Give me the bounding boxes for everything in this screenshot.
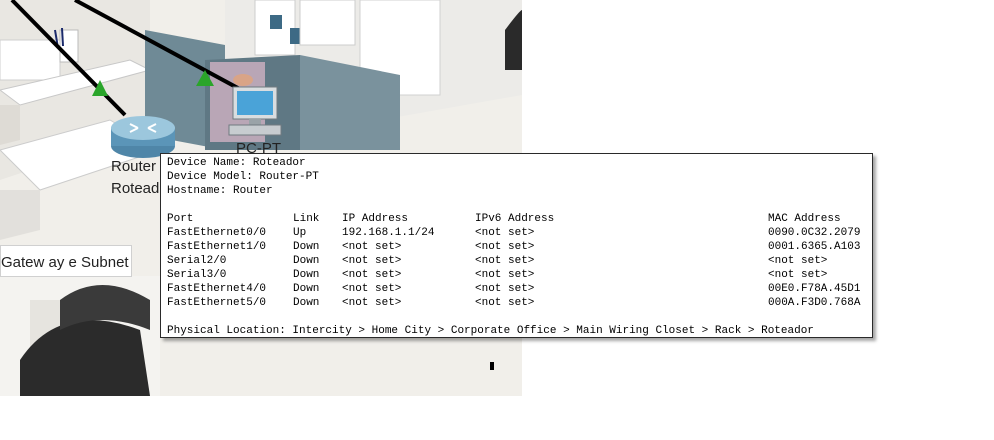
ipv6-cell: <not set> <box>475 227 535 239</box>
ipv6-cell: <not set> <box>475 283 535 295</box>
ip-cell: 192.168.1.1/24 <box>342 227 435 239</box>
column-header-mac: MAC Address <box>768 213 841 225</box>
port-cell: Serial3/0 <box>167 269 227 281</box>
device-name: Device Name: Roteador <box>167 157 306 169</box>
column-header-link: Link <box>293 213 320 225</box>
device-model: Device Model: Router-PT <box>167 171 319 183</box>
ipv6-cell: <not set> <box>475 297 535 309</box>
ip-cell: <not set> <box>342 255 402 267</box>
ip-cell: <not set> <box>342 283 402 295</box>
mac-cell: 000A.F3D0.768A <box>768 297 861 309</box>
ipv6-cell: <not set> <box>475 255 535 267</box>
router-label: Router <box>111 158 157 175</box>
link-cell: Down <box>293 255 320 267</box>
port-cell: FastEthernet0/0 <box>167 227 267 239</box>
mac-cell: 0001.6365.A103 <box>768 241 861 253</box>
canvas-edge-marker <box>490 362 494 370</box>
device-info-tooltip: Device Name: Roteador Device Model: Rout… <box>160 153 873 338</box>
mac-cell: <not set> <box>768 255 828 267</box>
note-label[interactable]: Gatew ay e Subnet <box>0 245 132 277</box>
physical-location: Physical Location: Intercity > Home City… <box>167 325 814 337</box>
port-cell: FastEthernet4/0 <box>167 283 267 295</box>
mac-cell: 00E0.F78A.45D1 <box>768 283 861 295</box>
mac-cell: <not set> <box>768 269 828 281</box>
ip-cell: <not set> <box>342 241 402 253</box>
ip-cell: <not set> <box>342 269 402 281</box>
link-cell: Down <box>293 241 320 253</box>
port-cell: Serial2/0 <box>167 255 227 267</box>
hostname: Hostname: Router <box>167 185 273 197</box>
ipv6-cell: <not set> <box>475 241 535 253</box>
port-cell: FastEthernet1/0 <box>167 241 267 253</box>
mac-cell: 0090.0C32.2079 <box>768 227 861 239</box>
ipv6-cell: <not set> <box>475 269 535 281</box>
column-header-ip: IP Address <box>342 213 409 225</box>
note-text: Gatew ay e Subnet <box>1 254 129 271</box>
link-cell: Down <box>293 283 320 295</box>
port-cell: FastEthernet5/0 <box>167 297 267 309</box>
ip-cell: <not set> <box>342 297 402 309</box>
link-cell: Down <box>293 297 320 309</box>
link-cell: Up <box>293 227 307 239</box>
pc-icon[interactable] <box>225 85 285 140</box>
column-header-port: Port <box>167 213 194 225</box>
link-cell: Down <box>293 269 320 281</box>
column-header-ipv6: IPv6 Address <box>475 213 555 225</box>
